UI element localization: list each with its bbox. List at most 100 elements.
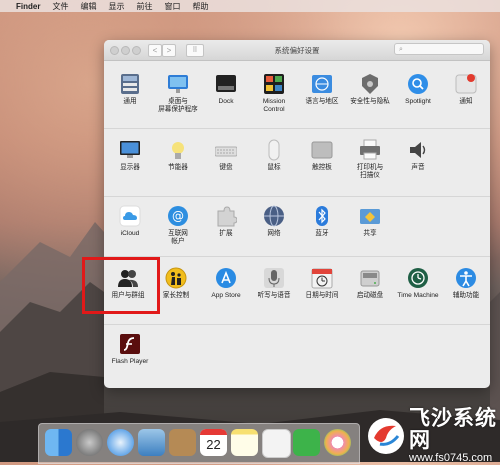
menu-edit[interactable]: 编辑 — [80, 1, 96, 12]
pane-language-region[interactable]: 语言与地区 — [298, 73, 346, 106]
pane-displays[interactable]: 显示器 — [106, 139, 154, 172]
trackpad-icon — [311, 139, 333, 161]
pane-label: iCloud — [120, 230, 140, 237]
pane-security-privacy[interactable]: 安全性与隐私 — [346, 73, 394, 106]
menu-go[interactable]: 前往 — [136, 1, 152, 12]
reminders-icon[interactable] — [262, 429, 291, 458]
contacts-icon[interactable] — [169, 429, 196, 456]
watermark-url: www.fs0745.com — [409, 451, 493, 464]
pane-energy-saver[interactable]: 节能器 — [154, 139, 202, 172]
pane-label: 声音 — [411, 164, 425, 171]
menu-bar: Finder 文件 编辑 显示 前往 窗口 帮助 — [0, 0, 500, 12]
launchpad-icon[interactable] — [76, 429, 103, 456]
watermark: 飞沙系统网 www.fs0745.com — [366, 406, 500, 464]
pane-startup-disk[interactable]: 启动磁盘 — [346, 267, 394, 300]
safari-icon[interactable] — [107, 429, 134, 456]
pane-label: 听写与语音 — [257, 292, 291, 299]
pane-label: 显示器 — [120, 164, 140, 171]
startup-disk-icon — [359, 267, 381, 289]
accessibility-icon — [455, 267, 477, 289]
photos-icon[interactable] — [324, 429, 351, 456]
pane-label: 桌面与 屏幕保护程序 — [158, 98, 198, 113]
pane-keyboard[interactable]: 键盘 — [202, 139, 250, 172]
icloud-icon — [119, 205, 141, 227]
pane-network[interactable]: 网络 — [250, 205, 298, 238]
watermark-logo — [366, 416, 406, 456]
bluetooth-icon — [311, 205, 333, 227]
search-input[interactable]: ⌕ — [394, 43, 484, 55]
pane-icloud[interactable]: iCloud — [106, 205, 154, 238]
pane-accessibility[interactable]: 辅助功能 — [442, 267, 490, 300]
language-icon — [311, 73, 333, 95]
pane-notifications[interactable]: 通知 — [442, 73, 490, 106]
pane-app-store[interactable]: App Store — [202, 267, 250, 300]
system-preferences-window: < > ⠿ 系统偏好设置 ⌕ 通用 桌面与 屏幕保护程序 Dock Missio… — [104, 40, 490, 388]
pane-extensions[interactable]: 扩展 — [202, 205, 250, 238]
pane-label: 通知 — [459, 98, 473, 105]
pane-label: 打印机与 扫描仪 — [356, 164, 384, 179]
pane-label: 辅助功能 — [452, 292, 480, 299]
pane-label: 语言与地区 — [305, 98, 339, 105]
pane-label: Time Machine — [397, 292, 439, 299]
general-icon — [119, 73, 141, 95]
pane-trackpad[interactable]: 触控板 — [298, 139, 346, 172]
search-icon: ⌕ — [399, 46, 403, 53]
calendar-icon[interactable]: 22 — [200, 429, 227, 456]
menu-file[interactable]: 文件 — [52, 1, 68, 12]
highlight-box — [82, 257, 160, 314]
dictation-icon — [263, 267, 285, 289]
pane-label: Dock — [218, 98, 234, 105]
printer-icon — [359, 139, 381, 161]
section-internet: iCloud @ 互联网 帐户 扩展 网络 蓝牙 共享 — [104, 197, 490, 257]
pane-label: 扩展 — [219, 230, 233, 237]
mouse-icon — [263, 139, 285, 161]
pane-printers-scanners[interactable]: 打印机与 扫描仪 — [346, 139, 394, 180]
desktop-icon — [167, 73, 189, 95]
pane-spotlight[interactable]: Spotlight — [394, 73, 442, 106]
pane-label: 触控板 — [312, 164, 332, 171]
displays-icon — [119, 139, 141, 161]
pane-dock[interactable]: Dock — [202, 73, 250, 106]
pane-label: 节能器 — [168, 164, 188, 171]
mail-icon[interactable] — [138, 429, 165, 456]
facetime-icon[interactable] — [293, 429, 320, 456]
section-other: Flash Player — [104, 325, 490, 388]
pane-internet-accounts[interactable]: @ 互联网 帐户 — [154, 205, 202, 246]
sound-icon — [407, 139, 429, 161]
pane-dictation-speech[interactable]: 听写与语音 — [250, 267, 298, 300]
pane-label: 通用 — [123, 98, 137, 105]
finder-icon[interactable] — [45, 429, 72, 456]
time-machine-icon — [407, 267, 429, 289]
section-system: 用户与群组 家长控制 App Store 听写与语音 日期与时间 启动磁盘 Ti… — [104, 257, 490, 325]
menu-window[interactable]: 窗口 — [164, 1, 180, 12]
energy-icon — [167, 139, 189, 161]
watermark-title: 飞沙系统网 — [409, 406, 497, 452]
pane-general[interactable]: 通用 — [106, 73, 154, 106]
pane-bluetooth[interactable]: 蓝牙 — [298, 205, 346, 238]
security-icon — [359, 73, 381, 95]
notes-icon[interactable] — [231, 429, 258, 456]
pane-sharing[interactable]: 共享 — [346, 205, 394, 238]
pane-flash-player[interactable]: Flash Player — [106, 333, 154, 366]
menu-help[interactable]: 帮助 — [192, 1, 208, 12]
pane-mission-control[interactable]: Mission Control — [250, 73, 298, 114]
keyboard-icon — [214, 139, 238, 161]
pane-label: 键盘 — [219, 164, 233, 171]
sharing-icon — [359, 205, 381, 227]
pane-label: Flash Player — [111, 358, 149, 365]
menu-view[interactable]: 显示 — [108, 1, 124, 12]
parental-controls-icon — [165, 267, 187, 289]
pane-mouse[interactable]: 鼠标 — [250, 139, 298, 172]
pane-label: 蓝牙 — [315, 230, 329, 237]
pane-label: 网络 — [267, 230, 281, 237]
pane-date-time[interactable]: 日期与时间 — [298, 267, 346, 300]
menu-finder[interactable]: Finder — [16, 2, 40, 11]
network-icon — [263, 205, 285, 227]
pane-label: 启动磁盘 — [356, 292, 384, 299]
app-store-icon — [215, 267, 237, 289]
internet-accounts-icon: @ — [167, 205, 189, 227]
pane-desktop-screensaver[interactable]: 桌面与 屏幕保护程序 — [154, 73, 202, 114]
pane-sound[interactable]: 声音 — [394, 139, 442, 172]
notifications-icon — [455, 73, 477, 95]
pane-time-machine[interactable]: Time Machine — [394, 267, 442, 300]
